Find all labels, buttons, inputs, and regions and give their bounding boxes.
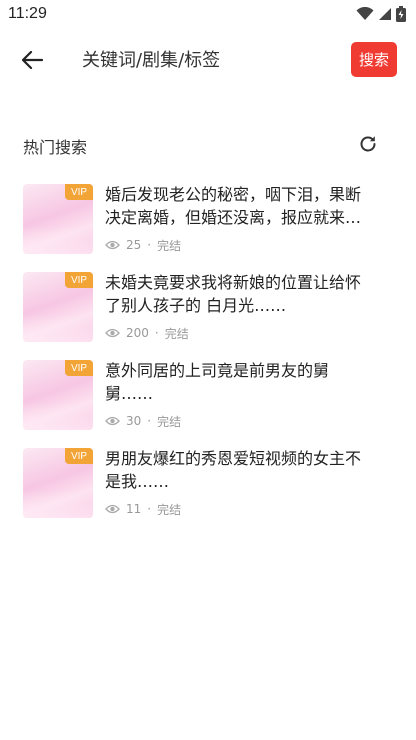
drama-cover: VIP — [23, 272, 93, 342]
item-title: 未婚夫竟要求我将新娘的位置让给怀了别人孩子的 白月光…… — [105, 273, 362, 315]
hot-search-title: 热门搜索 — [23, 138, 88, 157]
item-title: 意外同居的上司竟是前男友的舅舅…… — [105, 361, 330, 403]
status-label: 完结 — [157, 502, 182, 517]
status-bar: 11:29 — [0, 0, 416, 30]
eye-icon — [105, 328, 120, 338]
view-count: 30 — [126, 414, 142, 428]
vip-badge: VIP — [65, 272, 93, 288]
eye-icon — [105, 240, 120, 250]
search-input[interactable] — [82, 46, 332, 74]
list-item[interactable]: VIP 未婚夫竟要求我将新娘的位置让给怀了别人孩子的 白月光…… 200 · 完… — [23, 271, 379, 359]
vip-badge: VIP — [65, 360, 93, 376]
wifi-icon — [356, 7, 374, 20]
drama-cover: VIP — [23, 448, 93, 518]
item-title: 婚后发现老公的秘密，咽下泪，果断决定离婚，但婚还没离，报应就来… — [105, 185, 362, 227]
status-label: 完结 — [157, 238, 182, 253]
status-time: 11:29 — [8, 5, 47, 22]
search-button[interactable]: 搜索 — [351, 42, 397, 77]
view-count: 11 — [126, 502, 142, 516]
list-item[interactable]: VIP 男朋友爆红的秀恩爱短视频的女主不是我…… 11 · 完结 — [23, 447, 379, 535]
item-meta: 200 · 完结 — [105, 325, 189, 341]
view-count: 25 — [126, 238, 142, 252]
eye-icon — [105, 416, 120, 426]
back-button[interactable] — [14, 44, 50, 76]
list-item[interactable]: VIP 婚后发现老公的秘密，咽下泪，果断决定离婚，但婚还没离，报应就来… 25 … — [23, 183, 379, 271]
drama-cover: VIP — [23, 184, 93, 254]
refresh-button[interactable] — [357, 133, 379, 155]
view-count: 200 — [126, 326, 149, 340]
status-label: 完结 — [164, 326, 189, 341]
item-meta: 25 · 完结 — [105, 237, 181, 253]
signal-icon — [379, 8, 391, 20]
item-meta: 30 · 完结 — [105, 413, 181, 429]
item-title: 男朋友爆红的秀恩爱短视频的女主不是我…… — [105, 449, 362, 491]
refresh-icon — [360, 136, 376, 152]
list-item[interactable]: VIP 意外同居的上司竟是前男友的舅舅…… 30 · 完结 — [23, 359, 379, 447]
arrow-left-icon — [21, 50, 43, 70]
item-meta: 11 · 完结 — [105, 501, 181, 517]
vip-badge: VIP — [65, 184, 93, 200]
vip-badge: VIP — [65, 448, 93, 464]
hot-search-list: VIP 婚后发现老公的秘密，咽下泪，果断决定离婚，但婚还没离，报应就来… 25 … — [23, 183, 379, 535]
search-bar: 搜索 — [0, 38, 416, 82]
battery-icon — [396, 6, 406, 22]
meta-separator: · — [147, 414, 152, 428]
hot-search-header: 热门搜索 — [23, 131, 379, 157]
status-label: 完结 — [157, 414, 182, 429]
drama-cover: VIP — [23, 360, 93, 430]
meta-separator: · — [147, 502, 152, 516]
meta-separator: · — [154, 326, 159, 340]
meta-separator: · — [147, 238, 152, 252]
status-icons — [356, 5, 406, 23]
eye-icon — [105, 504, 120, 514]
